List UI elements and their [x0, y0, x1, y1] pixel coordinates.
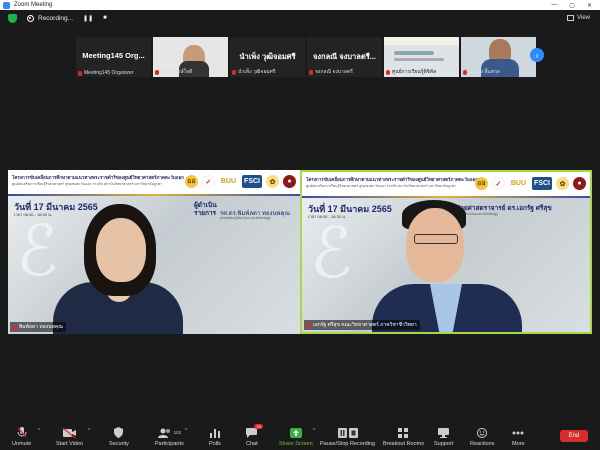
- chat-button[interactable]: 19 Chat: [246, 424, 263, 447]
- share-screen-icon: [289, 427, 302, 438]
- participant-thumb[interactable]: อภิรดี รักษ์ใจดี: [153, 37, 228, 77]
- slide-header: โครงการขับเคลื่อนการศึกษาตามแนวทางพระราช…: [8, 170, 300, 194]
- breakout-rooms-icon: [398, 427, 409, 438]
- logo: ●: [573, 177, 586, 190]
- project-subtitle: ศูนย์ส่งเสริมการเรียนรู้วิทยาศาสตร์ สู่ช…: [12, 182, 162, 186]
- participant-name: นำเพ็ง วุฒิจอมศรี: [238, 69, 276, 75]
- zoom-window: Zoom Meeting — ▢ ✕ Recording... ❚❚ ■ Vie…: [0, 0, 600, 450]
- mic-muted-icon: [232, 69, 236, 75]
- stop-recording-button[interactable]: ■: [103, 15, 107, 21]
- mic-muted-icon: [386, 69, 390, 75]
- logo-row: ออ ✓ BUU FSCI ✿ ●: [184, 175, 296, 188]
- recording-indicator: Recording... ❚❚ ■: [27, 14, 107, 22]
- participant-name: บรรจง ลิ้มสกุล: [469, 69, 500, 75]
- participant-thumb[interactable]: บรรจง ลิ้มสกุล: [461, 37, 536, 77]
- grid-view-icon: [567, 15, 575, 21]
- participant-strip: Meeting145 Org... Meeting145 Organizer อ…: [76, 37, 536, 77]
- participant-thumb[interactable]: จงกลณี จงบาลตรี... จงกลณี จงบาลตรี: [307, 37, 382, 77]
- logo: ●: [283, 175, 296, 188]
- mic-muted-icon: [309, 69, 313, 75]
- view-label: View: [577, 15, 590, 21]
- pause-recording-button[interactable]: ❚❚: [83, 15, 93, 22]
- mic-muted-icon: [78, 70, 82, 76]
- mic-muted-icon: [13, 324, 17, 330]
- meeting-controls-bar: Unmute ^ Start Video ^ Security 102 Part…: [0, 420, 600, 450]
- participant-count: 102: [173, 430, 182, 435]
- mic-muted-icon: [463, 69, 467, 75]
- more-button[interactable]: More: [512, 427, 525, 447]
- fsci-logo: FSCI: [532, 177, 552, 190]
- mic-muted-icon: [155, 69, 159, 75]
- unmute-button[interactable]: Unmute ^: [12, 427, 40, 447]
- meeting-top-bar: Recording... ❚❚ ■ View: [0, 10, 600, 26]
- maximize-button[interactable]: ▢: [569, 2, 575, 9]
- chat-icon: 19: [246, 424, 263, 438]
- logo: ✿: [556, 177, 569, 190]
- participant-display-name: Meeting145 Org...: [82, 51, 145, 60]
- video-tile-moderator[interactable]: โครงการขับเคลื่อนการศึกษาตามแนวทางพระราช…: [8, 170, 300, 334]
- support-button[interactable]: Support: [434, 427, 453, 447]
- polls-icon: [209, 427, 220, 438]
- pause-stop-recording-button[interactable]: Pause/Stop Recording: [320, 427, 375, 447]
- project-title: โครงการขับเคลื่อนการศึกษาตามแนวทางพระราช…: [306, 177, 478, 182]
- recording-label: Recording...: [38, 14, 74, 22]
- participants-icon: 102: [157, 427, 182, 438]
- zoom-app-icon: [3, 1, 10, 9]
- pause-recording-icon: [337, 427, 358, 438]
- recording-icon: [27, 14, 34, 22]
- encryption-shield-icon[interactable]: [8, 13, 17, 23]
- participant-name: จงกลณี จงบาลตรี: [315, 69, 353, 75]
- chat-unread-badge: 19: [254, 424, 263, 429]
- project-title: โครงการขับเคลื่อนการศึกษาตามแนวทางพระราช…: [12, 175, 184, 180]
- video-off-icon: [63, 427, 77, 438]
- start-video-button[interactable]: Start Video ^: [56, 427, 90, 447]
- more-icon: [512, 427, 524, 438]
- video-tile-speaker[interactable]: โครงการขับเคลื่อนการศึกษาตามแนวทางพระราช…: [300, 170, 592, 334]
- participant-thumb[interactable]: นำเพ็ง วุฒิจอมศรี นำเพ็ง วุฒิจอมศรี: [230, 37, 305, 77]
- mic-muted-icon: [17, 427, 27, 438]
- logo: ✓: [201, 175, 215, 188]
- event-time: เวลา 08:30 - 16:30 น.: [14, 212, 52, 217]
- window-title: Zoom Meeting: [14, 2, 53, 8]
- end-meeting-button[interactable]: End: [560, 430, 588, 442]
- view-button[interactable]: View: [567, 15, 590, 21]
- reactions-button[interactable]: Reactions: [470, 427, 494, 447]
- fsci-logo: FSCI: [242, 175, 262, 188]
- presenter-email: phimlada@fsci.buu.ac.th/biology: [220, 216, 271, 220]
- logo: ✓: [491, 177, 505, 190]
- logo: ออ: [184, 175, 198, 188]
- reactions-icon: [477, 427, 488, 438]
- logo: ✿: [266, 175, 279, 188]
- next-page-button[interactable]: ›: [530, 48, 544, 62]
- event-time: เวลา 08:30 - 16:30 น.: [308, 214, 346, 219]
- share-screen-button[interactable]: Share Screen ^: [279, 427, 315, 447]
- logo-row: ออ ✓ BUU FSCI ✿ ●: [474, 177, 586, 190]
- participant-display-name: จงกลณี จงบาลตรี...: [312, 52, 376, 61]
- security-button[interactable]: Security: [109, 427, 129, 447]
- logo: ออ: [474, 177, 488, 190]
- mic-muted-icon: [307, 322, 311, 328]
- project-subtitle: ศูนย์ส่งเสริมการเรียนรู้วิทยาศาสตร์ สู่ช…: [306, 184, 456, 188]
- participant-name: Meeting145 Organizer: [84, 70, 134, 76]
- buu-logo: BUU: [218, 175, 239, 188]
- participants-button[interactable]: 102 Participants ^: [155, 427, 187, 447]
- minimize-button[interactable]: —: [551, 2, 557, 9]
- participant-display-name: นำเพ็ง วุฒิจอมศรี: [239, 52, 296, 61]
- participant-thumb[interactable]: Meeting145 Org... Meeting145 Organizer: [76, 37, 151, 77]
- close-button[interactable]: ✕: [587, 2, 592, 9]
- support-icon: [438, 427, 450, 438]
- buu-logo: BUU: [508, 177, 529, 190]
- role-title-line2: รายการ: [194, 210, 217, 217]
- participant-thumb[interactable]: ศูนย์การเรียนรู้ดิจิทัล: [384, 37, 459, 77]
- participant-name-tag: เอกรัฐ ศรีสุข คณะวิทยาศาสตร์ ภาควิชาชีวว…: [304, 320, 420, 330]
- polls-button[interactable]: Polls: [209, 427, 221, 447]
- title-bar: Zoom Meeting — ▢ ✕: [0, 0, 600, 10]
- slide-header: โครงการขับเคลื่อนการศึกษาตามแนวทางพระราช…: [302, 172, 590, 196]
- shield-icon: [114, 427, 124, 438]
- breakout-rooms-button[interactable]: Breakout Rooms: [383, 427, 424, 447]
- participant-name: อภิรดี รักษ์ใจดี: [161, 69, 193, 75]
- participant-name-tag: พิมพ์ลดา ทองนพคุณ: [10, 322, 66, 332]
- participant-name: ศูนย์การเรียนรู้ดิจิทัล: [392, 69, 437, 75]
